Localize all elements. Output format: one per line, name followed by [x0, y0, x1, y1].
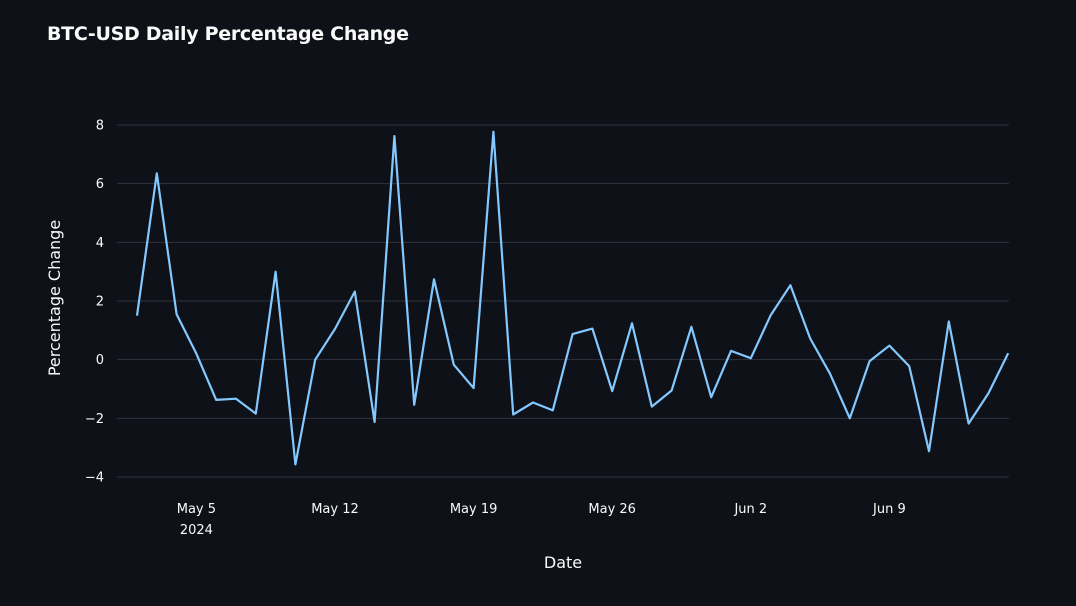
y-tick-label: 0: [96, 353, 104, 368]
data-point[interactable]: [1005, 350, 1011, 356]
data-point[interactable]: [589, 326, 595, 332]
x-tick-label: Jun 2: [733, 502, 767, 517]
data-point[interactable]: [193, 351, 199, 357]
y-axis-title: Percentage Change: [45, 220, 64, 376]
data-point[interactable]: [867, 358, 873, 364]
data-point[interactable]: [649, 404, 655, 410]
grid-lines: [117, 124, 1009, 478]
y-tick-label: 4: [96, 236, 104, 251]
data-point[interactable]: [966, 421, 972, 427]
y-axis-tick-labels: 8 6 4 2 0 −2 −4: [85, 119, 104, 486]
data-point[interactable]: [253, 411, 259, 417]
data-point[interactable]: [372, 419, 378, 425]
data-point[interactable]: [669, 387, 675, 393]
data-point[interactable]: [708, 394, 714, 400]
data-point[interactable]: [530, 399, 536, 405]
data-point[interactable]: [985, 390, 991, 396]
y-tick-label: 8: [96, 119, 104, 134]
data-point[interactable]: [728, 348, 734, 354]
data-point[interactable]: [154, 170, 160, 176]
data-point[interactable]: [827, 371, 833, 377]
y-tick-label: 6: [96, 177, 104, 192]
data-point[interactable]: [570, 331, 576, 337]
data-point[interactable]: [787, 282, 793, 288]
x-axis-title: Date: [544, 553, 582, 572]
data-point[interactable]: [510, 412, 516, 418]
data-point[interactable]: [609, 388, 615, 394]
data-point[interactable]: [431, 276, 437, 282]
data-point[interactable]: [451, 362, 457, 368]
series-line[interactable]: [135, 130, 1010, 466]
x-tick-label: May 26: [588, 502, 636, 517]
data-point[interactable]: [174, 311, 180, 317]
data-point[interactable]: [807, 336, 813, 342]
data-point[interactable]: [352, 289, 358, 295]
data-point[interactable]: [411, 402, 417, 408]
data-point[interactable]: [906, 363, 912, 369]
data-point[interactable]: [391, 133, 397, 139]
data-point[interactable]: [312, 357, 318, 363]
data-point[interactable]: [490, 129, 496, 135]
y-tick-label: −2: [85, 412, 104, 427]
data-point[interactable]: [213, 397, 219, 403]
data-point[interactable]: [926, 448, 932, 454]
data-point[interactable]: [134, 313, 140, 319]
x-tick-label: May 19: [450, 502, 498, 517]
x-tick-sublabel: 2024: [180, 523, 213, 538]
data-point[interactable]: [748, 355, 754, 361]
y-tick-label: −4: [85, 471, 104, 486]
data-point[interactable]: [688, 324, 694, 330]
x-axis-tick-labels: May 5 2024 May 12 May 19 May 26 Jun 2 Jun 9: [177, 502, 906, 538]
data-point[interactable]: [768, 312, 774, 318]
data-point[interactable]: [233, 396, 239, 402]
data-point[interactable]: [273, 269, 279, 275]
data-point[interactable]: [886, 343, 892, 349]
data-point[interactable]: [946, 319, 952, 325]
line-chart: 8 6 4 2 0 −2 −4 May 5 2024 May 12 May 19 May 26 Jun…: [45, 119, 1011, 572]
data-point[interactable]: [292, 461, 298, 467]
x-tick-label: May 12: [311, 502, 359, 517]
data-point[interactable]: [550, 407, 556, 413]
data-point[interactable]: [847, 415, 853, 421]
x-tick-label: Jun 9: [872, 502, 906, 517]
data-point[interactable]: [471, 385, 477, 391]
x-tick-label: May 5: [177, 502, 216, 517]
y-tick-label: 2: [96, 295, 104, 310]
data-point[interactable]: [332, 326, 338, 332]
series-layer: [134, 129, 1011, 467]
data-point[interactable]: [629, 320, 635, 326]
